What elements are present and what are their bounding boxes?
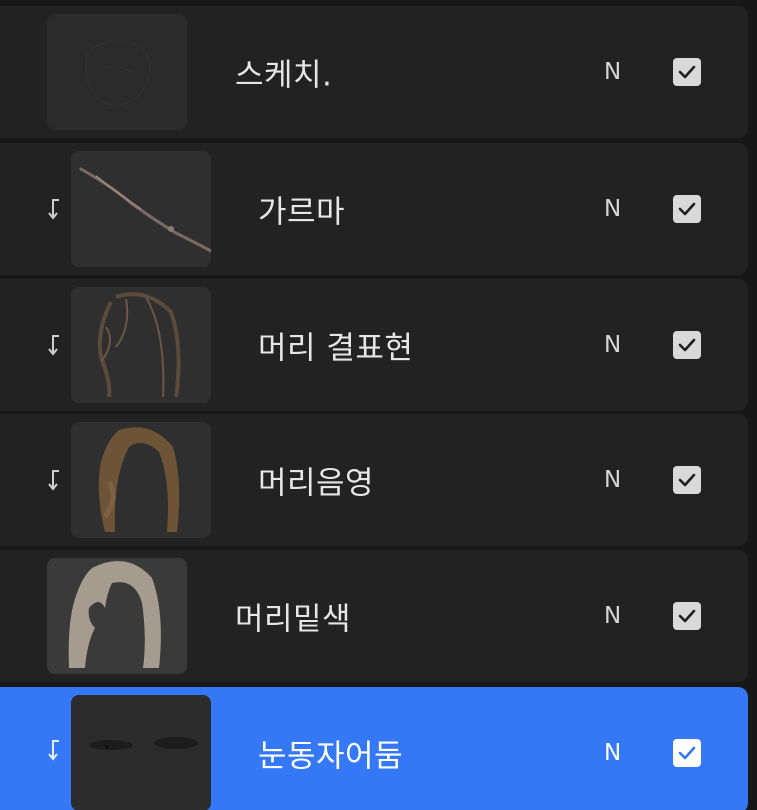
blend-mode-button[interactable]: N <box>604 467 621 493</box>
checkmark-icon <box>678 746 696 760</box>
layer-name[interactable]: 눈동자어둠 <box>258 731 403 776</box>
blend-mode-button[interactable]: N <box>604 603 621 629</box>
layer-thumbnail[interactable] <box>71 422 211 538</box>
layer-thumbnail[interactable] <box>47 558 187 674</box>
visibility-checkbox[interactable] <box>673 739 701 767</box>
layer-thumbnail[interactable] <box>71 695 211 810</box>
layer-row-hair-part[interactable]: 가르마 N <box>0 143 748 275</box>
visibility-checkbox[interactable] <box>673 602 701 630</box>
visibility-checkbox[interactable] <box>673 466 701 494</box>
layers-panel: 스케치. N 가르마 N 머리 결표현 N 머리음영 N 머리밑색 N 눈동자어… <box>0 0 757 810</box>
blend-mode-button[interactable]: N <box>604 196 621 222</box>
layer-row-eye-shadow[interactable]: 눈동자어둠 N <box>0 687 748 810</box>
checkmark-icon <box>678 202 696 216</box>
checkmark-icon <box>678 609 696 623</box>
checkmark-icon <box>678 65 696 79</box>
layer-name[interactable]: 머리음영 <box>258 458 374 503</box>
visibility-checkbox[interactable] <box>673 195 701 223</box>
clipping-mask-arrow-icon <box>48 740 59 761</box>
clipping-mask-arrow-icon <box>48 335 59 356</box>
layer-thumbnail[interactable] <box>71 151 211 267</box>
layer-row-sketch[interactable]: 스케치. N <box>0 6 748 138</box>
blend-mode-button[interactable]: N <box>604 740 621 766</box>
layer-row-hair-base[interactable]: 머리밑색 N <box>0 550 748 682</box>
layer-row-hair-shade[interactable]: 머리음영 N <box>0 414 748 546</box>
layer-name[interactable]: 스케치. <box>235 50 332 95</box>
layer-name[interactable]: 가르마 <box>258 187 345 232</box>
checkmark-icon <box>678 338 696 352</box>
layer-name[interactable]: 머리 결표현 <box>258 323 413 368</box>
layer-thumbnail[interactable] <box>47 14 187 130</box>
layer-row-hair-texture[interactable]: 머리 결표현 N <box>0 279 748 411</box>
visibility-checkbox[interactable] <box>673 331 701 359</box>
layer-thumbnail[interactable] <box>71 287 211 403</box>
visibility-checkbox[interactable] <box>673 58 701 86</box>
layer-name[interactable]: 머리밑색 <box>235 594 351 639</box>
clipping-mask-arrow-icon <box>48 470 59 491</box>
blend-mode-button[interactable]: N <box>604 59 621 85</box>
checkmark-icon <box>678 473 696 487</box>
blend-mode-button[interactable]: N <box>604 332 621 358</box>
clipping-mask-arrow-icon <box>48 199 59 220</box>
